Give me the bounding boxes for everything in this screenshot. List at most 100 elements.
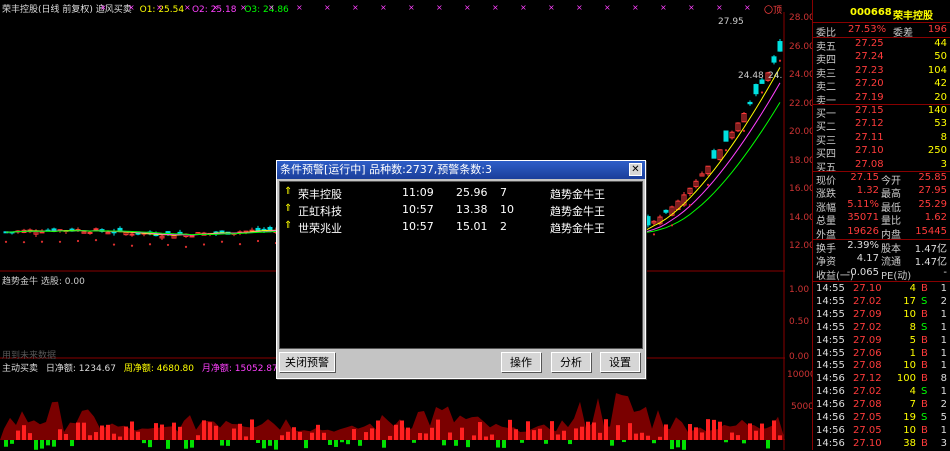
low-label: 24.48	[738, 71, 764, 81]
flow-bar	[520, 440, 524, 443]
indicator-axis-1: 1.00	[789, 285, 810, 295]
signal-mark: ×	[268, 3, 275, 12]
tick-volume: 19	[903, 412, 916, 423]
stop-dot	[130, 244, 134, 247]
flow-bar	[358, 440, 362, 446]
flow-bar	[634, 433, 638, 440]
analyze-button[interactable]: 分析	[551, 352, 591, 372]
flow-bar	[478, 422, 482, 440]
alert-price: 25.96	[456, 186, 488, 199]
operate-button[interactable]: 操作	[501, 352, 541, 372]
order-price: 27.23	[855, 64, 884, 76]
flow-bar	[382, 440, 386, 448]
flow-bar	[598, 432, 602, 440]
tick-time: 14:56	[816, 437, 845, 449]
order-book-row: 买三 27.11 8	[813, 132, 950, 147]
tick-price: 27.02	[853, 321, 882, 333]
flow-bar	[676, 440, 680, 448]
flow-bar	[58, 429, 62, 440]
order-book-row: 买五 27.08 3	[813, 159, 950, 174]
stop-dot	[202, 243, 206, 246]
tick-price: 27.08	[853, 360, 882, 372]
stop-dot	[58, 240, 62, 243]
order-volume: 53	[934, 118, 947, 130]
flow-bar	[448, 432, 452, 440]
tick-direction: B	[921, 399, 928, 411]
stop-dot	[760, 91, 764, 94]
candle-body	[87, 231, 93, 234]
close-alert-button[interactable]: 关闭预警	[279, 352, 335, 372]
flow-bar	[280, 435, 284, 440]
dialog-title[interactable]: 条件预警[运行中] 品种数:2737,预警条数:3	[277, 161, 645, 179]
tick-row: 14:56 27.02 4 S 1	[813, 386, 950, 399]
stat-row: 涨幅 5.11% 最低 25.29	[813, 199, 950, 214]
flow-bar	[76, 422, 80, 440]
flow-bar	[160, 424, 164, 440]
tick-count: 2	[940, 399, 947, 411]
alert-row[interactable]: ⇑ 世荣兆业 10:57 15.01 2 趋势金牛王	[280, 219, 642, 236]
flow-bar	[736, 435, 740, 440]
alert-count: 2	[500, 220, 507, 233]
flow-bar	[70, 440, 74, 447]
flow-bar	[406, 427, 410, 440]
alert-list[interactable]: ⇑ 荣丰控股 11:09 25.96 7 趋势金牛王 ⇑ 正虹科技 10:57 13.38 10 趋势…	[279, 181, 643, 349]
flow-bar	[52, 440, 56, 447]
tick-price: 27.12	[853, 373, 882, 385]
flow-bar	[316, 424, 320, 440]
flow-bar	[664, 424, 668, 440]
flow-bar	[238, 423, 242, 440]
stat-row: 收益(一) -0.065 PE(动) -	[813, 267, 950, 282]
alert-price: 13.38	[456, 203, 488, 216]
flow-bar	[214, 425, 218, 440]
flow-bar	[172, 422, 176, 440]
flow-bar	[412, 440, 416, 443]
flow-bar	[460, 427, 464, 440]
candle-body	[711, 150, 717, 159]
stat-value: 19626	[847, 225, 879, 237]
tick-volume: 7	[909, 399, 916, 411]
flow-bar	[610, 440, 614, 446]
alert-stock-name: 荣丰控股	[298, 188, 342, 201]
flow-bar	[136, 431, 140, 440]
flow-bar	[430, 427, 434, 440]
tick-volume: 17	[903, 295, 916, 307]
tick-direction: B	[921, 360, 928, 372]
tick-direction: B	[921, 308, 928, 320]
tick-time: 14:55	[816, 334, 845, 346]
order-price: 27.19	[855, 91, 884, 103]
stop-dot	[778, 59, 782, 62]
flow-bar	[712, 419, 716, 440]
flow-bar	[694, 427, 698, 440]
indicator-axis-0: 0.00	[789, 352, 810, 362]
tick-volume: 10	[903, 308, 916, 320]
flow-bar	[34, 440, 38, 450]
alert-dialog[interactable]: 条件预警[运行中] 品种数:2737,预警条数:3 ✕ ⇑ 荣丰控股 11:09 25…	[276, 160, 646, 379]
alert-condition: 趋势金牛王	[550, 205, 605, 218]
flow-bar	[742, 440, 746, 444]
tick-direction: B	[921, 283, 928, 294]
stop-dot	[148, 243, 152, 246]
flow-bar	[46, 440, 50, 446]
flow-bar	[148, 440, 152, 448]
stat-value: 25.85	[918, 172, 947, 183]
candle-body	[723, 130, 729, 142]
candle-body	[267, 226, 273, 231]
quote-title: 000668 荣丰控股	[813, 7, 950, 22]
flow-bar	[550, 421, 554, 440]
top-hint: 〇顶	[764, 6, 783, 16]
alert-row[interactable]: ⇑ 正虹科技 10:57 13.38 10 趋势金牛王	[280, 202, 642, 219]
close-icon[interactable]: ✕	[629, 163, 642, 176]
flow-bar	[346, 440, 350, 445]
tick-time: 14:55	[816, 295, 845, 307]
flow-bar	[724, 440, 728, 443]
order-book-row: 卖三 27.23 104	[813, 64, 950, 80]
weibi-row: 委比 27.53% 委差 196	[813, 24, 950, 39]
tick-volume: 8	[909, 321, 916, 333]
candle-body	[645, 216, 651, 226]
flow-bar	[718, 421, 722, 440]
alert-row[interactable]: ⇑ 荣丰控股 11:09 25.96 7 趋势金牛王	[280, 185, 642, 202]
tick-volume: 5	[909, 334, 916, 346]
settings-button[interactable]: 设置	[600, 352, 640, 372]
flow-bar	[190, 440, 194, 448]
high-label: 27.95	[718, 17, 744, 27]
